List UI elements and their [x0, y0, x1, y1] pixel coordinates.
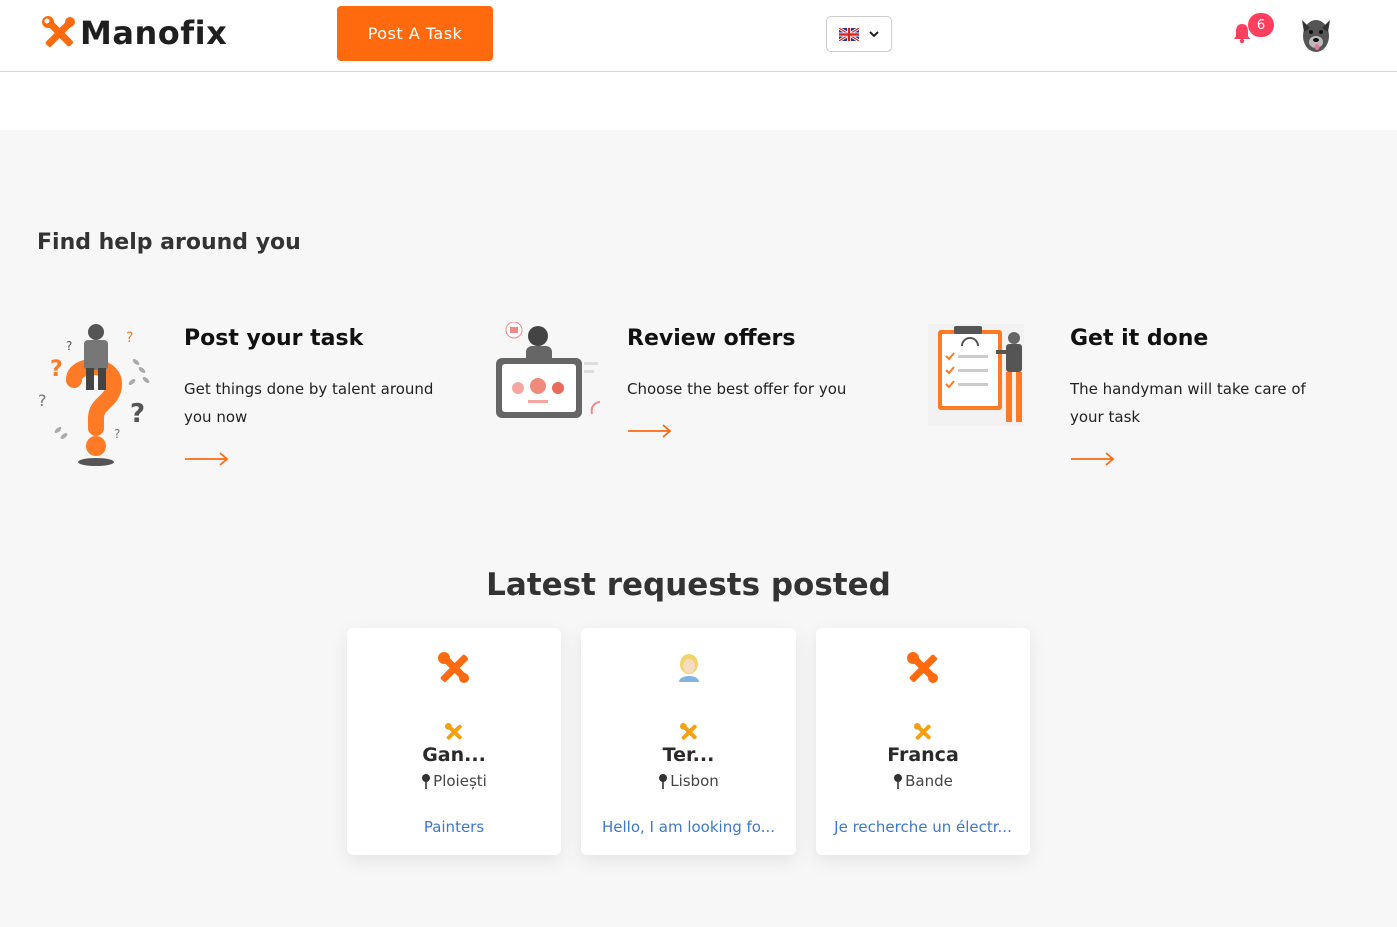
requester-name: Ter... — [662, 744, 715, 766]
arrow-right-icon[interactable] — [184, 451, 230, 467]
tools-icon — [907, 652, 938, 683]
user-avatar[interactable] — [1296, 14, 1336, 56]
request-card[interactable]: Ter... Lisbon Hello, I am looking fo... — [581, 628, 796, 855]
svg-text:?: ? — [114, 427, 120, 441]
step-text: The handyman will take care of your task — [1070, 380, 1306, 426]
step-title: Get it done — [1070, 326, 1209, 351]
arrow-right-icon[interactable] — [627, 423, 673, 439]
request-location: Ploiești — [347, 772, 561, 790]
tools-badge-icon — [679, 723, 697, 740]
tablet-rating-illustration — [496, 322, 601, 418]
header-spacer — [0, 72, 1397, 130]
svg-text:?: ? — [130, 399, 145, 429]
logo-text: Manofix — [80, 14, 228, 52]
location-text: Bande — [905, 772, 953, 790]
latest-requests-title: Latest requests posted — [486, 567, 891, 603]
location-pin-icon — [659, 774, 668, 789]
tools-logo-icon — [42, 16, 75, 48]
top-navbar: Manofix Post A Task 6 — [0, 0, 1397, 72]
svg-text:?: ? — [50, 357, 63, 382]
language-selector[interactable] — [826, 16, 892, 52]
location-pin-icon — [894, 774, 903, 789]
location-text: Lisbon — [670, 772, 719, 790]
user-avatar-icon — [678, 654, 699, 682]
step-text: Choose the best offer for you — [627, 380, 847, 398]
requester-name: Franca — [887, 744, 959, 766]
tools-badge-icon — [914, 723, 931, 740]
tools-icon — [438, 652, 469, 683]
checklist-person-illustration — [928, 324, 1024, 426]
svg-text:?: ? — [38, 391, 47, 410]
tools-badge-icon — [445, 723, 462, 740]
request-location: Bande — [816, 772, 1030, 790]
request-card[interactable]: Gan... Ploiești Painters — [347, 628, 561, 855]
post-task-button[interactable]: Post A Task — [337, 6, 493, 61]
request-description-link[interactable]: Je recherche un électr... — [816, 818, 1030, 836]
request-description-link[interactable]: Hello, I am looking fo... — [581, 818, 796, 836]
request-location: Lisbon — [581, 772, 796, 790]
find-help-title: Find help around you — [37, 230, 301, 255]
question-person-illustration: ? ? ? ? ? ? — [38, 324, 150, 466]
request-card[interactable]: Franca Bande Je recherche un électr... — [816, 628, 1030, 855]
chevron-down-icon — [869, 31, 879, 38]
arrow-right-icon[interactable] — [1070, 451, 1116, 467]
manofix-logo[interactable]: Manofix — [42, 14, 227, 52]
svg-text:?: ? — [126, 330, 133, 346]
request-description-link[interactable]: Painters — [347, 818, 561, 836]
step-text: Get things done by talent around you now — [184, 380, 434, 426]
step-title: Post your task — [184, 326, 364, 351]
requester-name: Gan... — [422, 744, 486, 766]
svg-text:?: ? — [66, 339, 72, 353]
notification-count-badge: 6 — [1248, 13, 1274, 37]
step-title: Review offers — [627, 326, 796, 351]
uk-flag-icon — [839, 27, 859, 41]
location-text: Ploiești — [433, 772, 487, 790]
location-pin-icon — [422, 774, 431, 789]
